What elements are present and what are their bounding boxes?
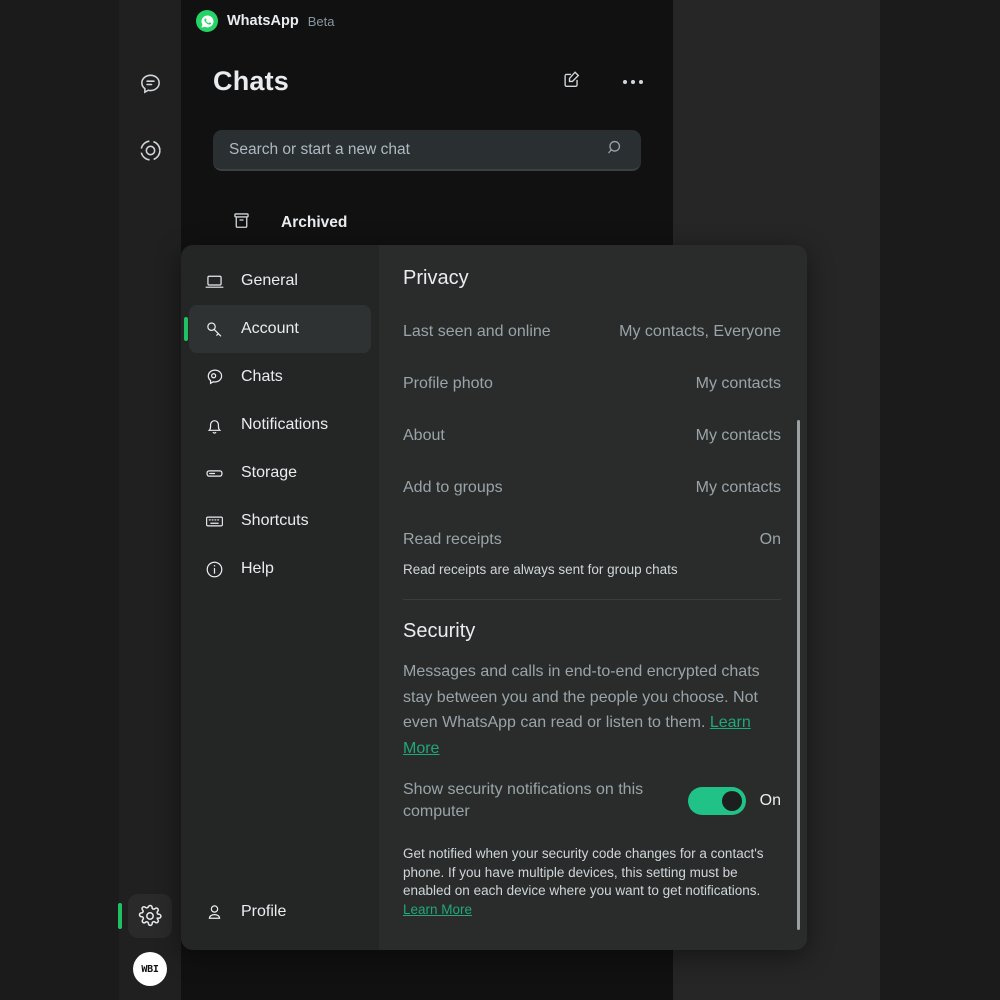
pref-value: My contacts <box>696 375 781 393</box>
whatsapp-window: WBI WhatsApp Beta Chats <box>0 0 1000 1000</box>
overflow-menu-button[interactable] <box>623 80 643 84</box>
toggle-state-label: On <box>760 792 781 810</box>
compose-button[interactable] <box>561 68 583 95</box>
chats-bubble-icon <box>138 72 163 97</box>
right-gutter <box>880 0 1000 1000</box>
settings-nav-help[interactable]: Help <box>189 545 371 593</box>
compose-icon <box>561 68 583 95</box>
status-circle-icon <box>138 138 163 163</box>
pref-row-about[interactable]: About My contacts <box>403 410 781 462</box>
settings-nav-notifications[interactable]: Notifications <box>189 401 371 449</box>
settings-content: Privacy Last seen and online My contacts… <box>379 245 807 950</box>
whatsapp-logo-icon <box>196 10 218 32</box>
security-footer-text: Get notified when your security code cha… <box>403 846 764 898</box>
search-icon[interactable] <box>606 138 625 162</box>
settings-scrollbar[interactable] <box>797 420 800 930</box>
info-icon <box>203 559 225 580</box>
security-footer-note: Get notified when your security code cha… <box>403 845 781 919</box>
security-footer-learn-more-link[interactable]: Learn More <box>403 902 472 917</box>
key-icon <box>203 319 225 340</box>
settings-nav-label: Account <box>241 320 299 338</box>
rail-chats-button[interactable] <box>128 62 172 106</box>
archived-row[interactable]: Archived <box>213 200 641 246</box>
avatar-initials: WBI <box>141 964 158 975</box>
settings-nav-storage[interactable]: Storage <box>189 449 371 497</box>
archive-box-icon <box>231 210 252 236</box>
security-description: Messages and calls in end-to-end encrypt… <box>403 659 781 761</box>
pref-label: Last seen and online <box>403 323 551 341</box>
pref-row-last-seen[interactable]: Last seen and online My contacts, Everyo… <box>403 306 781 358</box>
brand-name: WhatsApp <box>227 13 299 29</box>
settings-nav-profile[interactable]: Profile <box>181 888 379 936</box>
pref-value: My contacts, Everyone <box>619 323 781 341</box>
left-nav-rail: WBI <box>119 0 181 1000</box>
pref-row-profile-photo[interactable]: Profile photo My contacts <box>403 358 781 410</box>
archived-label: Archived <box>281 214 347 232</box>
brand-beta-tag: Beta <box>308 14 335 29</box>
toggle-knob <box>722 791 742 811</box>
settings-nav-label: Storage <box>241 464 297 482</box>
settings-nav: General Account Chats <box>181 245 379 950</box>
privacy-section-title: Privacy <box>403 267 781 290</box>
read-receipts-note: Read receipts are always sent for group … <box>403 562 781 577</box>
bell-icon <box>203 415 225 436</box>
pref-value: My contacts <box>696 479 781 497</box>
security-notifications-toggle[interactable] <box>688 787 746 815</box>
search-input[interactable]: Search or start a new chat <box>229 141 606 159</box>
rail-status-button[interactable] <box>128 128 172 172</box>
laptop-icon <box>203 271 225 292</box>
user-avatar[interactable]: WBI <box>133 952 167 986</box>
rail-settings-button[interactable] <box>128 894 172 938</box>
pref-label: Profile photo <box>403 375 493 393</box>
security-section-title: Security <box>403 620 781 643</box>
chat-bubble-icon <box>203 367 225 388</box>
settings-nav-chats[interactable]: Chats <box>189 353 371 401</box>
settings-nav-label: Help <box>241 560 274 578</box>
pref-value: My contacts <box>696 427 781 445</box>
app-brand: WhatsApp Beta <box>196 10 334 32</box>
gear-icon <box>138 904 162 928</box>
pref-label: Add to groups <box>403 479 503 497</box>
chat-list-header: Chats <box>213 66 643 97</box>
security-description-text: Messages and calls in end-to-end encrypt… <box>403 663 760 731</box>
security-notifications-row: Show security notifications on this comp… <box>403 779 781 823</box>
pref-label: About <box>403 427 445 445</box>
page-title: Chats <box>213 66 289 97</box>
search-bar[interactable]: Search or start a new chat <box>213 130 641 171</box>
settings-nav-label: Chats <box>241 368 283 386</box>
settings-nav-label: General <box>241 272 298 290</box>
settings-nav-label: Notifications <box>241 416 328 434</box>
section-divider <box>403 599 781 600</box>
person-icon <box>203 902 225 923</box>
settings-nav-account[interactable]: Account <box>189 305 371 353</box>
settings-nav-label: Profile <box>241 903 286 921</box>
storage-icon <box>203 463 225 484</box>
settings-nav-shortcuts[interactable]: Shortcuts <box>189 497 371 545</box>
pref-row-add-to-groups[interactable]: Add to groups My contacts <box>403 462 781 514</box>
pref-value: On <box>760 531 781 549</box>
keyboard-icon <box>203 511 225 532</box>
settings-panel: General Account Chats <box>181 245 807 950</box>
settings-nav-general[interactable]: General <box>189 257 371 305</box>
security-notifications-label: Show security notifications on this comp… <box>403 779 674 823</box>
pref-row-read-receipts[interactable]: Read receipts On <box>403 514 781 566</box>
settings-nav-label: Shortcuts <box>241 512 309 530</box>
pref-label: Read receipts <box>403 531 502 549</box>
kebab-menu-icon <box>623 80 627 84</box>
